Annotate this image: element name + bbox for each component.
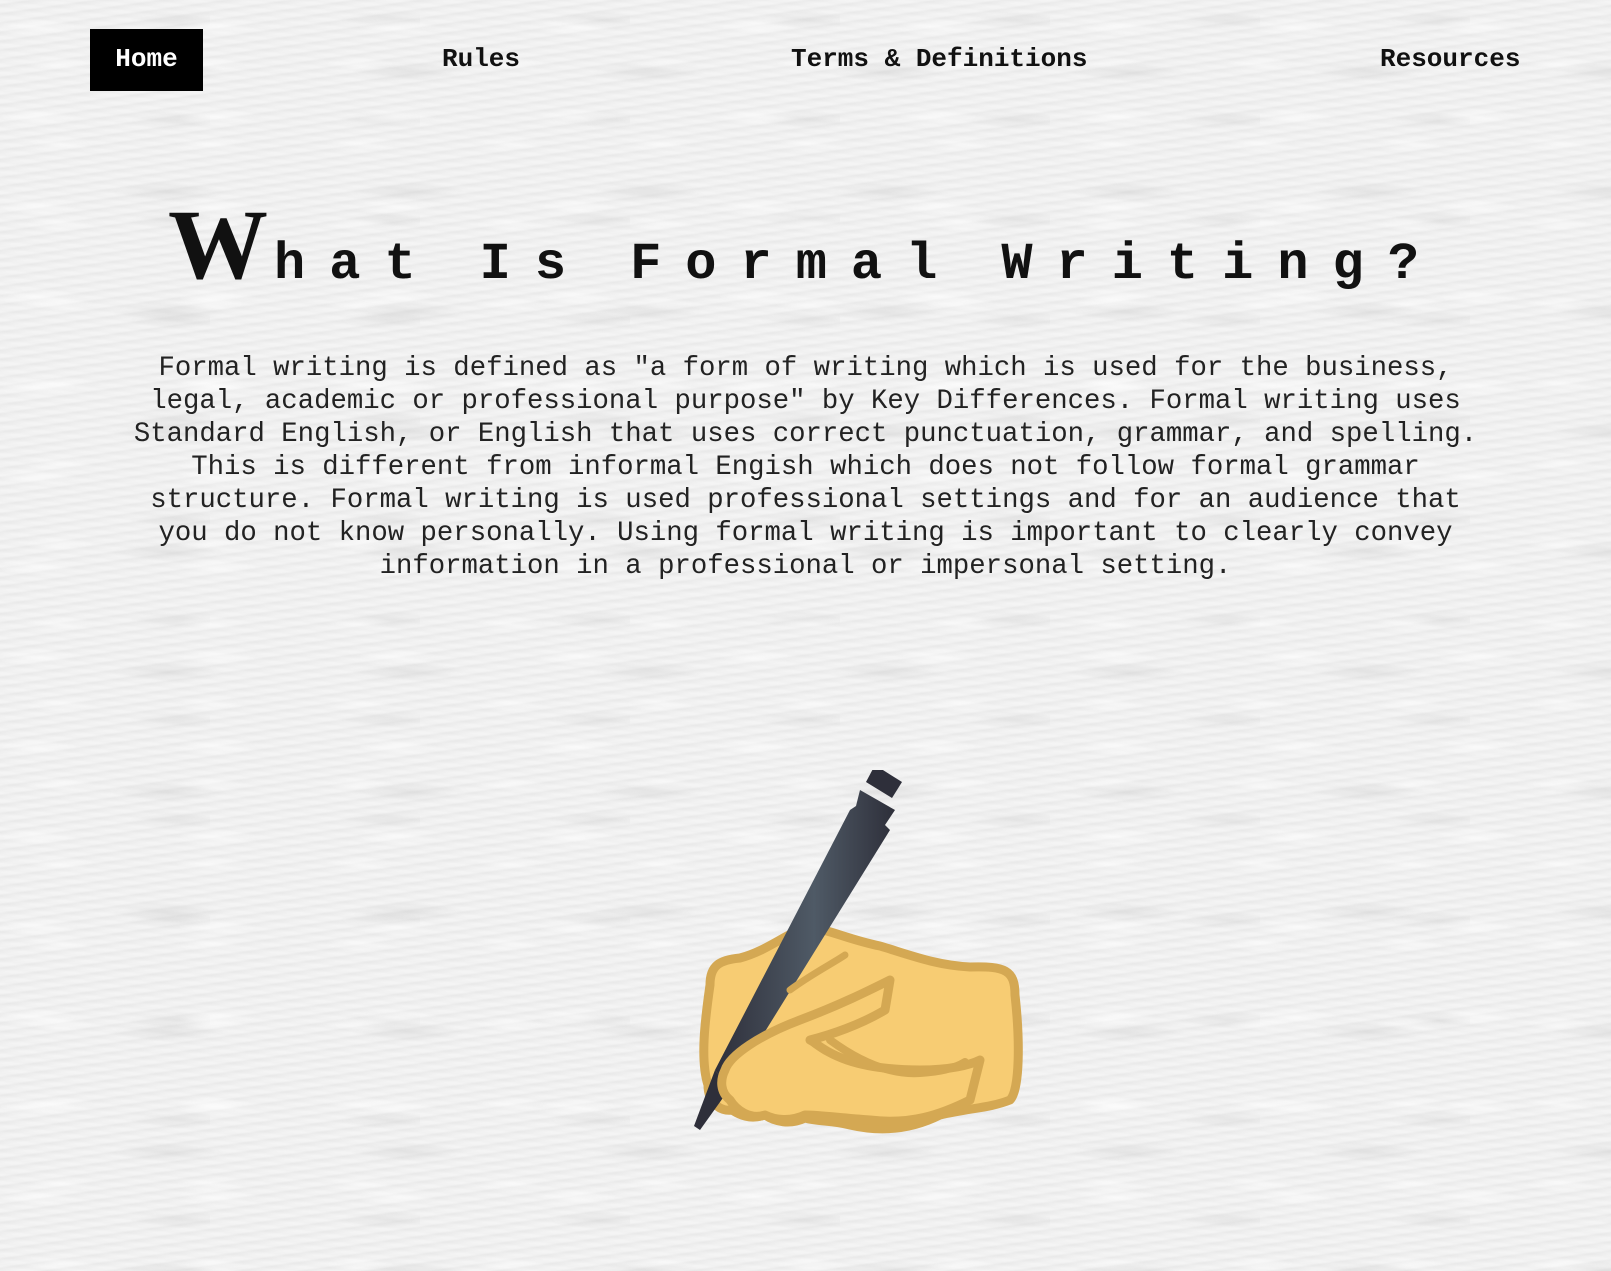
intro-paragraph: Formal writing is defined as "a form of … xyxy=(133,353,1478,582)
main-nav: Home Rules Terms & Definitions Resources xyxy=(0,29,1611,91)
title-word-formal: Formal xyxy=(630,235,962,294)
title-word-what-rest: hat xyxy=(274,235,440,294)
title-word-is: Is xyxy=(479,235,591,294)
nav-resources-link[interactable]: Resources xyxy=(1380,29,1520,91)
nav-rules-link[interactable]: Rules xyxy=(442,29,520,91)
title-word-writing: Writing? xyxy=(1001,235,1443,294)
page-title: What Is Formal Writing? xyxy=(0,195,1611,295)
writing-hand-illustration xyxy=(670,765,1070,1170)
nav-terms-definitions-link[interactable]: Terms & Definitions xyxy=(791,29,1087,91)
title-drop-cap: W xyxy=(168,189,275,300)
writing-hand-icon xyxy=(694,765,1023,1134)
nav-home-link[interactable]: Home xyxy=(90,29,203,91)
